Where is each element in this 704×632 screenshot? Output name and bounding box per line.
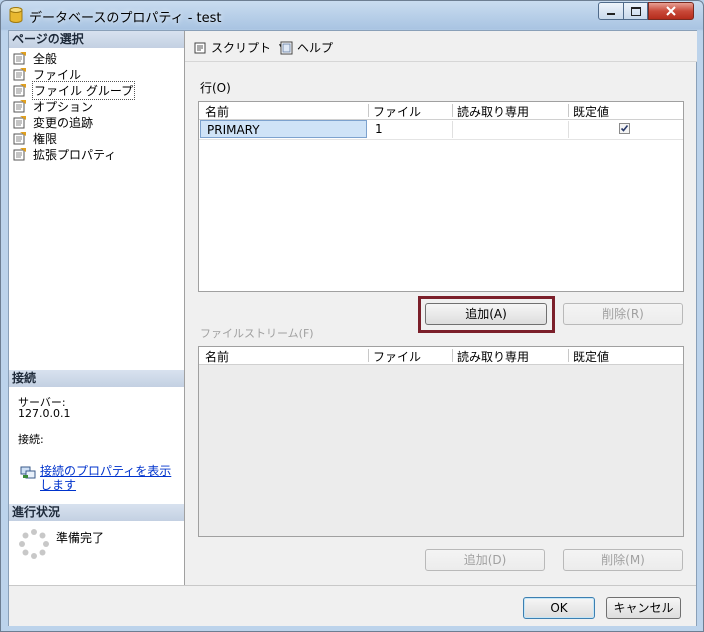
sidebar-item-label: ファイル グループ [31, 80, 136, 100]
page-list: 全般 ファイル ファイル グループ オプション 変更の追跡 権限 拡張プロパティ [13, 50, 136, 162]
add-row-button[interactable]: 追加(A) [425, 303, 547, 325]
help-icon [280, 41, 293, 54]
page-icon [13, 100, 26, 113]
row-files: 1 [375, 122, 383, 136]
row-name-cell[interactable]: PRIMARY [200, 120, 367, 138]
close-icon [666, 6, 676, 16]
maximize-icon [630, 6, 641, 16]
cancel-button[interactable]: キャンセル [606, 597, 681, 619]
page-icon [13, 116, 26, 129]
filestream-grid[interactable]: 名前 ファイル 読み取り専用 既定値 [198, 346, 684, 537]
connection-label: 接続: [18, 433, 44, 446]
script-label: スクリプト [211, 41, 272, 55]
rows-grid[interactable]: 名前 ファイル 読み取り専用 既定値 PRIMARY 1 [198, 101, 684, 292]
connection-header: 接続 [9, 370, 184, 387]
minimize-button[interactable] [598, 2, 624, 20]
remove-filestream-button[interactable]: 削除(M) [563, 549, 683, 571]
page-icon [13, 148, 26, 161]
server-value: 127.0.0.1 [18, 407, 71, 420]
dialog-client: ページの選択 全般 ファイル ファイル グループ オプション 変更の追跡 権限 … [8, 30, 697, 626]
title-bar[interactable]: データベースのプロパティ - test [1, 1, 703, 29]
sidebar-item-change-tracking[interactable]: 変更の追跡 [13, 114, 134, 130]
sidebar-item-label: ファイル [33, 67, 82, 82]
add-filestream-button[interactable]: 追加(D) [425, 549, 545, 571]
database-icon [9, 7, 23, 23]
column-header-default[interactable]: 既定値 [573, 348, 609, 365]
close-button[interactable] [648, 2, 694, 20]
sidebar-item-label: 権限 [33, 131, 58, 146]
help-button[interactable]: ヘルプ [279, 39, 333, 56]
page-icon [13, 84, 26, 97]
window-title: データベースのプロパティ - test [29, 11, 222, 26]
sidebar-item-options[interactable]: オプション [13, 98, 134, 114]
sidebar-item-files[interactable]: ファイル [13, 66, 134, 82]
column-header-files[interactable]: ファイル [373, 103, 421, 120]
page-icon [13, 52, 26, 65]
sidebar-item-permissions[interactable]: 権限 [13, 130, 134, 146]
checkmark-icon [620, 125, 629, 132]
rows-grid-header: 名前 ファイル 読み取り専用 既定値 [199, 102, 683, 120]
page-icon [13, 132, 26, 145]
connection-properties-icon [20, 466, 36, 479]
ok-button[interactable]: OK [523, 597, 595, 619]
progress-status: 準備完了 [56, 531, 105, 545]
sidebar-item-label: 変更の追跡 [33, 115, 94, 130]
script-button[interactable]: スクリプト ▼ [193, 39, 286, 56]
filestream-grid-header: 名前 ファイル 読み取り専用 既定値 [199, 347, 683, 365]
page-select-header: ページの選択 [9, 31, 184, 48]
script-icon [194, 42, 206, 53]
column-header-readonly[interactable]: 読み取り専用 [457, 348, 529, 365]
rows-section-title: 行(O) [200, 81, 231, 95]
sidebar-item-filegroups[interactable]: ファイル グループ [13, 80, 136, 100]
column-header-readonly[interactable]: 読み取り専用 [457, 103, 529, 120]
column-header-name[interactable]: 名前 [205, 103, 229, 120]
progress-header: 進行状況 [9, 504, 184, 521]
sidebar-item-label: オプション [33, 99, 94, 114]
right-pane: スクリプト ▼ ヘルプ 行(O) 名前 ファイル 読み取り専用 既定値 [185, 31, 697, 585]
progress-spinner-icon [19, 529, 49, 559]
connection-properties-link[interactable]: 接続のプロパティを表示します [40, 464, 175, 492]
minimize-icon [607, 13, 615, 15]
dialog-window: データベースのプロパティ - test ページの選択 全般 ファイル ファイル … [0, 0, 704, 632]
column-header-files[interactable]: ファイル [373, 348, 421, 365]
sidebar-item-label: 拡張プロパティ [33, 147, 117, 162]
default-checkbox[interactable] [619, 123, 630, 134]
filestream-section-title: ファイルストリーム(F) [200, 327, 314, 340]
table-row[interactable]: PRIMARY 1 [199, 120, 683, 140]
column-header-name[interactable]: 名前 [205, 348, 229, 365]
row-name: PRIMARY [207, 123, 260, 137]
sidebar-item-label: 全般 [33, 51, 58, 66]
column-header-default[interactable]: 既定値 [573, 103, 609, 120]
page-icon [13, 68, 26, 81]
left-pane: ページの選択 全般 ファイル ファイル グループ オプション 変更の追跡 権限 … [9, 31, 185, 585]
dialog-button-bar: OK キャンセル [9, 585, 696, 626]
maximize-button[interactable] [623, 2, 648, 20]
toolbar: スクリプト ▼ ヘルプ [185, 31, 697, 62]
help-label: ヘルプ [297, 41, 334, 55]
sidebar-item-general[interactable]: 全般 [13, 50, 134, 66]
sidebar-item-extended-properties[interactable]: 拡張プロパティ [13, 146, 134, 162]
remove-row-button[interactable]: 削除(R) [563, 303, 683, 325]
